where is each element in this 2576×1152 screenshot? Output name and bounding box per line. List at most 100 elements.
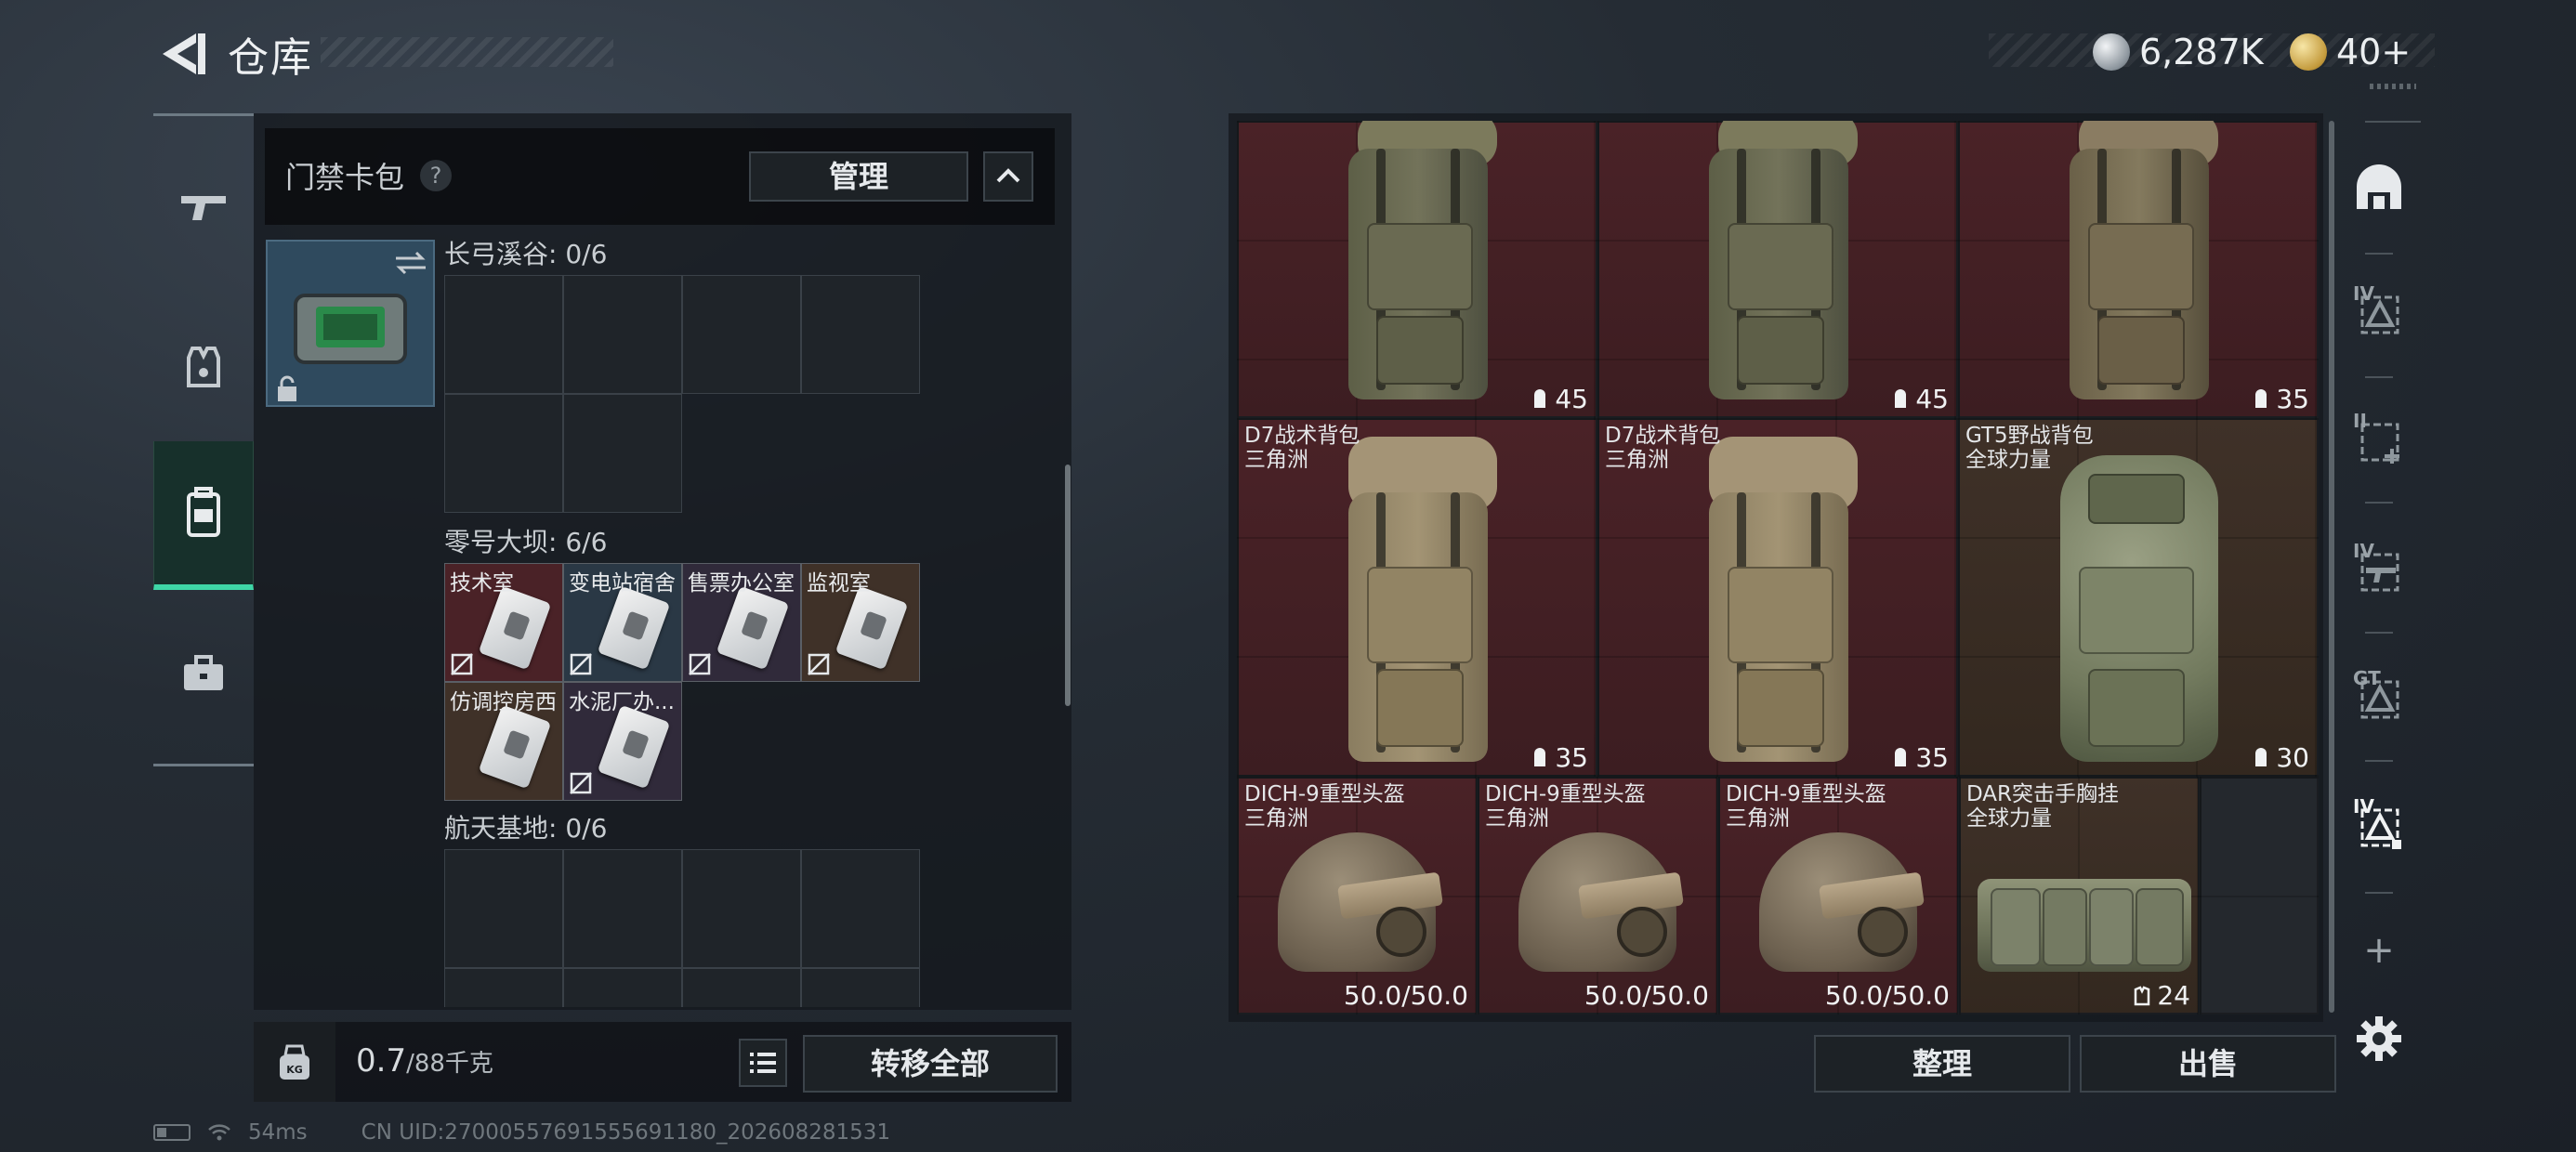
settings-button[interactable] <box>2353 1013 2405 1065</box>
keycard-item[interactable]: 技术室 <box>444 563 563 682</box>
empty-slot[interactable] <box>444 968 563 1007</box>
item-name: DICH-9重型头盔 三角洲 <box>1244 782 1405 831</box>
section-label-changgong: 长弓溪谷: 0/6 <box>444 239 608 269</box>
empty-slot[interactable] <box>801 275 920 394</box>
keycard-name: 变电站宿舍 <box>569 571 676 596</box>
backpack-image <box>2060 121 2218 409</box>
keycard-panel-title: 门禁卡包 <box>285 160 405 195</box>
keycard-icon <box>597 585 671 671</box>
silver-amount: 6,287K <box>2139 32 2264 72</box>
keycard-case-slot[interactable] <box>266 240 435 407</box>
empty-slot[interactable] <box>682 275 801 394</box>
empty-slot[interactable] <box>2200 777 2319 1015</box>
status-bar: 54ms CN UID:27000557691555691180_2026082… <box>153 1120 890 1145</box>
section-label-linghao: 零号大坝: 6/6 <box>444 527 608 557</box>
gun-icon <box>181 196 226 220</box>
inventory-item[interactable]: GT5野战背包 全球力量 30 <box>1958 418 2319 777</box>
list-view-button[interactable] <box>739 1039 787 1087</box>
empty-slot[interactable] <box>444 275 563 394</box>
keycard-item[interactable]: 监视室 <box>801 563 920 682</box>
sort-button[interactable]: 整理 <box>1814 1035 2070 1093</box>
empty-slot[interactable] <box>682 968 801 1007</box>
warehouse-tab-iv-2[interactable]: IV <box>2353 540 2405 596</box>
item-durability: 35 <box>2252 384 2309 414</box>
gold-amount: 40+ <box>2336 32 2412 72</box>
backpack-image <box>1700 121 1858 409</box>
keycard-scrollbar[interactable] <box>1065 465 1071 706</box>
backpack-image <box>1339 427 1497 771</box>
nav-armor[interactable] <box>153 311 254 423</box>
ping-value: 54ms <box>248 1120 308 1145</box>
rail-dots <box>2370 84 2416 89</box>
empty-slot[interactable] <box>801 968 920 1007</box>
chest-rig-icon <box>2135 985 2150 1005</box>
item-durability: 24 <box>2133 980 2190 1011</box>
item-name: DICH-9重型头盔 三角洲 <box>1726 782 1886 831</box>
inventory-item[interactable]: DICH-9重型头盔 三角洲 50.0/50.0 <box>1718 777 1959 1015</box>
collapse-button[interactable] <box>983 151 1033 202</box>
keycard-name: 售票办公室 <box>688 571 795 596</box>
warehouse-tab-ii[interactable]: II <box>2353 410 2405 465</box>
keycard-icon <box>716 585 790 671</box>
inventory-scrollbar[interactable] <box>2329 121 2334 1013</box>
nav-weapons[interactable] <box>153 151 254 263</box>
item-durability: 35 <box>1531 742 1588 773</box>
item-durability: 35 <box>1891 742 1949 773</box>
empty-slot[interactable] <box>563 849 682 968</box>
keycard-icon <box>478 704 552 790</box>
list-icon <box>750 1053 776 1073</box>
keycard-name: 监视室 <box>807 571 871 596</box>
keycard-item[interactable]: 售票办公室 <box>682 563 801 682</box>
item-durability: 30 <box>2252 742 2309 773</box>
wifi-icon <box>208 1124 230 1141</box>
inventory-item[interactable]: 45 <box>1237 121 1597 418</box>
currency-silver[interactable]: 6,287K <box>2093 24 2264 80</box>
add-warehouse-button[interactable]: + <box>2360 929 2398 972</box>
empty-slot[interactable] <box>444 849 563 968</box>
empty-slot[interactable] <box>801 849 920 968</box>
empty-slot[interactable] <box>444 394 563 513</box>
keycard-case-icon <box>294 294 407 364</box>
warehouse-tab-iv-1[interactable]: IV <box>2353 282 2405 338</box>
inventory-item[interactable]: DICH-9重型头盔 三角洲 50.0/50.0 <box>1237 777 1478 1015</box>
warehouse-tab-gt[interactable]: GT <box>2353 667 2405 723</box>
help-icon[interactable]: ? <box>420 160 452 191</box>
tier-label: IV <box>2353 540 2374 562</box>
tier-label: IV <box>2353 795 2374 818</box>
nav-cases[interactable] <box>153 618 254 729</box>
kg-label: KG <box>286 1064 303 1076</box>
manage-button[interactable]: 管理 <box>749 151 968 202</box>
keycard-grid-linghao: 技术室 变电站宿舍 售票办公室 监视室 仿调控房西 水泥厂办... <box>444 563 920 801</box>
inventory-item[interactable]: 45 <box>1597 121 1958 418</box>
nav-backpack[interactable] <box>153 441 254 590</box>
empty-slot[interactable] <box>563 968 682 1007</box>
backpack-icon <box>187 487 220 537</box>
transfer-all-button[interactable]: 转移全部 <box>803 1035 1058 1093</box>
inventory-item[interactable]: DAR突击手胸挂 全球力量 24 <box>1959 777 2200 1015</box>
keycard-icon <box>478 585 552 671</box>
sell-button[interactable]: 出售 <box>2080 1035 2336 1093</box>
keycard-item[interactable]: 仿调控房西 <box>444 682 563 801</box>
backpack-image <box>2051 446 2218 771</box>
inventory-item[interactable]: 35 <box>1958 121 2319 418</box>
item-name: DAR突击手胸挂 全球力量 <box>1966 782 2120 831</box>
warehouse-icon[interactable] <box>2353 163 2405 215</box>
category-nav <box>153 113 254 766</box>
empty-slot[interactable] <box>682 849 801 968</box>
tier-label: GT <box>2353 667 2381 689</box>
empty-slot[interactable] <box>563 275 682 394</box>
gold-coin-icon <box>2290 33 2327 71</box>
back-button[interactable] <box>153 26 209 82</box>
inventory-item[interactable]: D7战术背包 三角洲 35 <box>1597 418 1958 777</box>
carry-weight: 0.7/88千克 <box>356 1042 493 1080</box>
warehouse-tab-iv-active[interactable]: IV <box>2353 795 2405 851</box>
inventory-item[interactable]: D7战术背包 三角洲 35 <box>1237 418 1597 777</box>
empty-slot[interactable] <box>563 394 682 513</box>
swap-icon[interactable] <box>392 249 429 277</box>
broken-card-icon <box>808 653 830 675</box>
keycard-item[interactable]: 变电站宿舍 <box>563 563 682 682</box>
currency-gold[interactable]: 40+ <box>2290 24 2411 80</box>
inventory-item[interactable]: DICH-9重型头盔 三角洲 50.0/50.0 <box>1478 777 1718 1015</box>
item-name: DICH-9重型头盔 三角洲 <box>1485 782 1646 831</box>
keycard-item[interactable]: 水泥厂办... <box>563 682 682 801</box>
